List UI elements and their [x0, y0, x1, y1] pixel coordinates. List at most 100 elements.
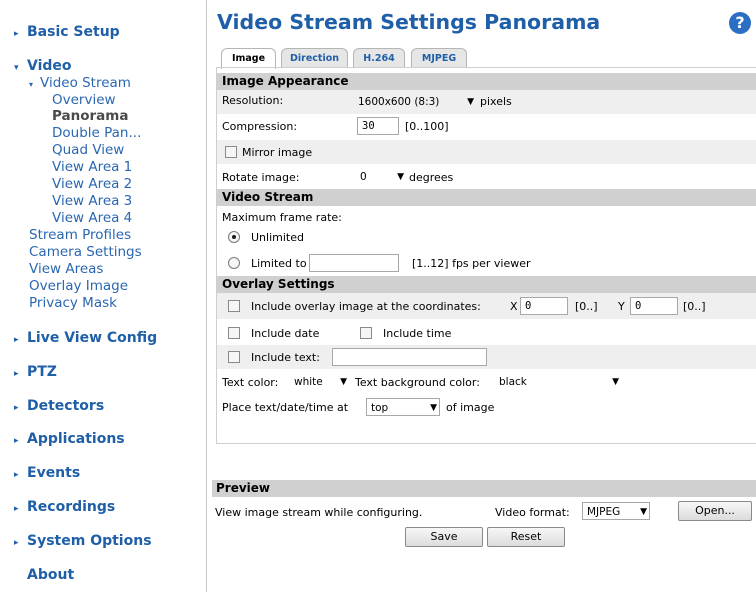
nav-camera-settings[interactable]: Camera Settings — [29, 244, 142, 260]
placement-label: Place text/date/time at — [222, 401, 349, 414]
compression-input[interactable]: 30 — [357, 117, 399, 135]
resolution-select[interactable]: 1600x600 (8:3) ▼ — [358, 93, 476, 111]
resolution-unit: pixels — [480, 95, 512, 108]
mirror-image-checkbox[interactable] — [225, 146, 237, 158]
resolution-value: 1600x600 (8:3) — [358, 96, 440, 108]
placement-row: Place text/date/time at top ▼ of image — [217, 396, 756, 420]
nav-detectors[interactable]: ▸ Detectors — [14, 398, 104, 414]
nav-basic-setup[interactable]: ▸ Basic Setup — [14, 24, 120, 40]
dropdown-arrow-icon: ▼ — [397, 172, 404, 182]
nav-ptz[interactable]: ▸ PTZ — [14, 364, 57, 380]
nav-stream-profiles[interactable]: Stream Profiles — [29, 227, 131, 243]
nav-overlay-image[interactable]: Overlay Image — [29, 278, 128, 294]
image-appearance-header: Image Appearance — [217, 73, 756, 90]
nav-video-label: Video — [27, 58, 72, 74]
reset-button[interactable]: Reset — [487, 527, 565, 547]
chevron-right-icon: ▸ — [14, 504, 19, 514]
video-format-select[interactable]: MJPEG ▼ — [582, 502, 650, 520]
limited-to-radio[interactable] — [228, 257, 240, 269]
chevron-right-icon: ▸ — [14, 29, 19, 39]
video-format-value: MJPEG — [587, 506, 621, 518]
chevron-right-icon: ▸ — [14, 403, 19, 413]
overlay-text-input[interactable] — [332, 348, 487, 366]
text-bg-color-select[interactable]: black ▼ — [499, 373, 621, 391]
limited-to-label: Limited to — [251, 257, 307, 270]
nav-about[interactable]: About — [27, 567, 74, 583]
nav-events-label: Events — [27, 465, 81, 481]
rotate-row: Rotate image: 0 ▼ degrees — [217, 164, 756, 188]
date-time-row: Include date Include time — [217, 321, 756, 345]
help-icon[interactable]: ? — [729, 12, 751, 34]
chevron-down-icon: ▾ — [29, 80, 34, 89]
tab-image[interactable]: Image — [221, 48, 276, 69]
nav-applications-label: Applications — [27, 431, 125, 447]
include-time-checkbox[interactable] — [360, 327, 372, 339]
chevron-right-icon: ▸ — [14, 335, 19, 345]
include-overlay-image-checkbox[interactable] — [228, 300, 240, 312]
nav-recordings[interactable]: ▸ Recordings — [14, 499, 115, 515]
nav-video-stream[interactable]: ▾ Video Stream — [29, 75, 131, 93]
text-color-select[interactable]: white ▼ — [294, 373, 349, 391]
video-format-label: Video format: — [495, 506, 570, 519]
unlimited-row: Unlimited — [217, 229, 756, 251]
dropdown-arrow-icon: ▼ — [340, 377, 347, 387]
placement-suffix: of image — [446, 401, 495, 414]
text-bg-color-value: black — [499, 376, 527, 388]
unlimited-radio[interactable] — [228, 231, 240, 243]
include-time-label: Include time — [383, 327, 452, 340]
sidebar-nav: ▸ Basic Setup ▾ Video ▾ Video Stream Overvi… — [0, 0, 207, 592]
y-label: Y — [618, 300, 625, 313]
include-date-checkbox[interactable] — [228, 327, 240, 339]
rotate-value: 0 — [360, 171, 367, 183]
limited-to-input[interactable] — [309, 254, 399, 272]
nav-applications[interactable]: ▸ Applications — [14, 431, 125, 447]
y-range: [0..] — [683, 300, 706, 313]
include-text-checkbox[interactable] — [228, 351, 240, 363]
nav-recordings-label: Recordings — [27, 499, 116, 515]
settings-panel: Image Appearance Resolution: 1600x600 (8… — [216, 67, 756, 444]
nav-view-area-4[interactable]: View Area 4 — [52, 210, 132, 226]
nav-double-pan[interactable]: Double Pan... — [52, 125, 141, 141]
overlay-settings-header: Overlay Settings — [217, 276, 756, 293]
open-button[interactable]: Open... — [678, 501, 752, 521]
chevron-right-icon: ▸ — [14, 436, 19, 446]
save-button[interactable]: Save — [405, 527, 483, 547]
nav-view-area-3[interactable]: View Area 3 — [52, 193, 132, 209]
chevron-down-icon: ▾ — [14, 63, 19, 73]
nav-view-area-2[interactable]: View Area 2 — [52, 176, 132, 192]
preview-description: View image stream while configuring. — [215, 506, 423, 519]
nav-panorama[interactable]: Panorama — [52, 108, 128, 124]
preview-header: Preview — [212, 480, 756, 497]
nav-view-area-1[interactable]: View Area 1 — [52, 159, 132, 175]
tab-direction[interactable]: Direction — [281, 48, 348, 68]
x-coordinate-input[interactable]: 0 — [520, 297, 568, 315]
unlimited-label: Unlimited — [251, 231, 304, 244]
compression-row: Compression: 30 [0..100] — [217, 114, 756, 138]
nav-video[interactable]: ▾ Video — [14, 58, 72, 74]
resolution-row: Resolution: 1600x600 (8:3) ▼ pixels — [217, 90, 756, 114]
nav-live-view-config-label: Live View Config — [27, 330, 158, 346]
compression-label: Compression: — [222, 120, 298, 133]
tab-h264[interactable]: H.264 — [353, 48, 405, 68]
limited-row: Limited to [1..12] fps per viewer — [217, 252, 756, 274]
nav-system-options[interactable]: ▸ System Options — [14, 533, 152, 549]
nav-events[interactable]: ▸ Events — [14, 465, 80, 481]
placement-select[interactable]: top ▼ — [366, 398, 440, 416]
x-label: X — [510, 300, 518, 313]
nav-basic-setup-label: Basic Setup — [27, 24, 120, 40]
limited-range: [1..12] fps per viewer — [412, 257, 531, 270]
tab-mjpeg[interactable]: MJPEG — [411, 48, 467, 68]
text-color-value: white — [294, 376, 323, 388]
nav-video-stream-label: Video Stream — [40, 75, 131, 91]
nav-privacy-mask[interactable]: Privacy Mask — [29, 295, 117, 311]
nav-overview[interactable]: Overview — [52, 92, 116, 108]
y-coordinate-input[interactable]: 0 — [630, 297, 678, 315]
nav-detectors-label: Detectors — [27, 398, 105, 414]
nav-view-areas[interactable]: View Areas — [29, 261, 103, 277]
chevron-right-icon: ▸ — [14, 369, 19, 379]
placement-value: top — [371, 402, 389, 414]
nav-quad-view[interactable]: Quad View — [52, 142, 124, 158]
rotate-select[interactable]: 0 ▼ — [360, 168, 406, 186]
nav-live-view-config[interactable]: ▸ Live View Config — [14, 330, 157, 346]
video-stream-header: Video Stream — [217, 189, 756, 206]
